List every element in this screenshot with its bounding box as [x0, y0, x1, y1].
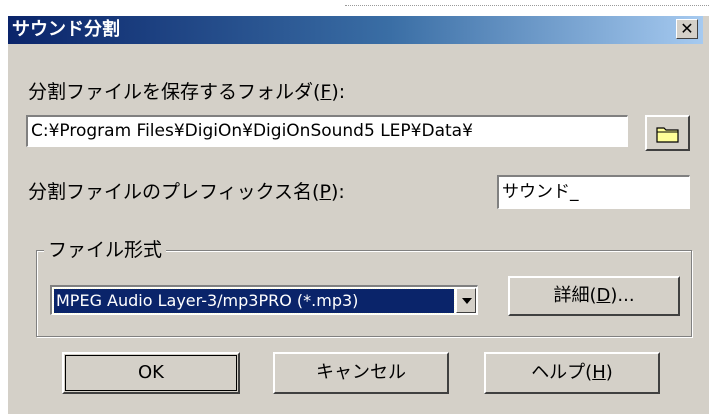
prefix-input[interactable]: サウンド_ [497, 175, 690, 209]
help-button[interactable]: ヘルプ(H) [484, 352, 660, 394]
folder-icon [656, 127, 679, 143]
title-bar[interactable]: サウンド分割 ✕ [8, 16, 703, 44]
file-format-group-label: ファイル形式 [44, 238, 167, 262]
background-strip [0, 0, 709, 16]
close-icon: ✕ [680, 19, 694, 38]
chevron-down-icon[interactable] [456, 288, 476, 313]
folder-label: 分割ファイルを保存するフォルダ(F): [28, 81, 346, 103]
browse-folder-button[interactable] [645, 115, 690, 151]
details-button[interactable]: 詳細(D)... [508, 276, 680, 316]
folder-path-input[interactable]: C:¥Program Files¥DigiOn¥DigiOnSound5 LEP… [26, 115, 628, 147]
prefix-label: 分割ファイルのプレフィックス名(P): [28, 181, 345, 203]
file-format-selected-value: MPEG Audio Layer-3/mp3PRO (*.mp3) [53, 288, 455, 314]
cancel-button[interactable]: キャンセル [273, 352, 449, 394]
close-button[interactable]: ✕ [676, 19, 698, 39]
file-format-select[interactable]: MPEG Audio Layer-3/mp3PRO (*.mp3) [50, 285, 478, 315]
dotted-guide [345, 5, 709, 6]
dialog-title: サウンド分割 [12, 19, 120, 40]
ok-button[interactable]: OK [62, 352, 240, 394]
